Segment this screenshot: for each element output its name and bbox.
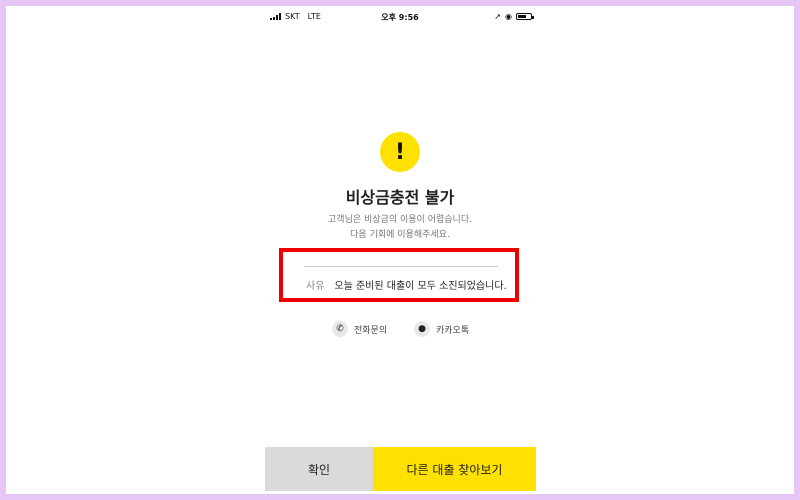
description: 고객님은 비상금의 이용이 어렵습니다. 다음 기회에 이용해주세요. xyxy=(250,213,550,243)
phone-icon: ✆ xyxy=(332,321,348,337)
battery-icon xyxy=(516,13,534,20)
reason-text: 오늘 준비된 대출이 모두 소진되었습니다. xyxy=(334,281,507,292)
reason-row: 사유 오늘 준비된 대출이 모두 소진되었습니다. xyxy=(306,277,507,292)
kakao-contact-button[interactable]: ● 카카오톡 xyxy=(414,321,469,337)
description-line-2: 다음 기회에 이용해주세요. xyxy=(350,230,450,240)
highlight-box xyxy=(279,248,519,302)
warning-icon: ! xyxy=(380,132,420,172)
location-arrow-icon: ➚ xyxy=(494,12,502,21)
status-bar: SKT LTE 오후 9:56 ➚ ◉ xyxy=(262,10,538,24)
description-line-1: 고객님은 비상금의 이용이 어렵습니다. xyxy=(328,215,472,225)
confirm-button[interactable]: 확인 xyxy=(265,447,373,491)
find-other-loan-button[interactable]: 다른 대출 찾아보기 xyxy=(373,447,536,491)
chat-bubble-icon: ● xyxy=(414,321,430,337)
divider xyxy=(304,266,498,267)
phone-contact-label: 전화문의 xyxy=(354,325,388,336)
alarm-icon: ◉ xyxy=(505,12,512,21)
phone-contact-button[interactable]: ✆ 전화문의 xyxy=(332,321,387,337)
kakao-contact-label: 카카오톡 xyxy=(436,325,470,336)
reason-label: 사유 xyxy=(306,281,325,292)
page-title: 비상금충전 불가 xyxy=(345,188,455,207)
